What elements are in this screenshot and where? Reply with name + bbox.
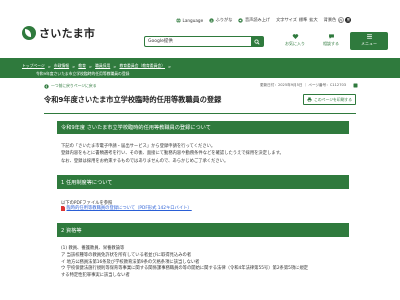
text-size-large-button[interactable]: 拡大 [309, 17, 317, 23]
breadcrumb-item-board[interactable]: 教育委員会（教育委員会） [119, 63, 165, 69]
search-button[interactable] [251, 37, 263, 46]
page-title: 令和9年度さいたま市立学校臨時的任用等教職員の登録 [44, 94, 222, 104]
consult-button[interactable]: 相談する [314, 32, 348, 50]
share-icon[interactable] [353, 83, 358, 88]
search-input[interactable]: Google提供 [145, 37, 251, 46]
breadcrumb-separator: > [113, 63, 117, 69]
city-emblem-icon [22, 26, 36, 40]
pdf-file-icon [61, 205, 65, 211]
breadcrumb-separator: > [168, 63, 172, 69]
language-button[interactable]: Language [176, 18, 203, 23]
menu-button[interactable]: メニュー [350, 32, 388, 50]
utility-bar: Language あ ふりがな 音声読み上げ 文字サイズ 標準 拡大 背景色 白… [176, 14, 400, 26]
breadcrumb-item-top[interactable]: トップページ [22, 63, 45, 69]
qualifications-list: (1) 教員、養護教員、栄養教諭等 ア 当該校種等の教員免許状を所有している者並… [61, 246, 308, 280]
paragraph-line: なお、登録は採用をお約束するものではありませんので、あらかじめご了承ください。 [61, 158, 229, 164]
search-box: Google提供 [144, 36, 264, 47]
read-aloud-button[interactable]: 音声読み上げ [238, 17, 270, 23]
site-logo[interactable]: さいたま市 [22, 25, 95, 41]
back-link-label: 一つ前に戻りページに戻る [51, 83, 97, 88]
list-item: (1) 教員、養護教員、栄養教諭等 [61, 246, 125, 251]
furigana-button[interactable]: あ ふりがな [209, 17, 232, 23]
text-size-standard-button[interactable]: 標準 [299, 17, 307, 23]
pdf-download-link[interactable]: 臨時的任用等教職員の登録について（PDF形式 142キロバイト） [61, 205, 192, 211]
furigana-icon: あ [209, 17, 214, 23]
bg-white-button[interactable]: 白 [337, 17, 344, 23]
title-row: 令和9年度さいたま市立学校臨時的任用等教職員の登録 このページを印刷する [44, 94, 356, 105]
registration-text: 下記の「さいたま市電子申請・届出サービス」から登録申請を行ってください。 登録内… [61, 143, 284, 165]
print-page-button[interactable]: このページを印刷する [303, 94, 356, 105]
search-icon [254, 38, 260, 45]
back-link[interactable]: 一つ前に戻りページに戻る [44, 83, 97, 89]
favorites-button[interactable]: お気に入り [278, 32, 312, 50]
heart-icon [292, 34, 298, 39]
breadcrumb-current: 令和9年度さいたま市立学校臨時的任用等教職員の登録 [0, 70, 400, 78]
title-divider [44, 113, 356, 114]
menu-label: メニュー [361, 41, 377, 46]
pdf-link-label: 臨時的任用等教職員の登録について（PDF形式 142キロバイト） [66, 206, 192, 211]
chat-icon [328, 34, 334, 39]
breadcrumb-item-recruitment[interactable]: 職員採用 [95, 63, 110, 69]
list-item: ア 当該校種等の教員免許状を所有している者並びに取得見込みの者 [61, 252, 192, 258]
arrow-left-icon [44, 83, 49, 89]
bg-black-button[interactable]: 黒 [345, 17, 352, 23]
print-icon [307, 97, 312, 102]
print-page-label: このページを印刷する [314, 96, 352, 102]
language-label: Language [182, 17, 204, 23]
list-item: する特定性犯罪事実に該当しない者 [61, 273, 130, 279]
section-heading-qualifications: 2 資格等 [57, 223, 349, 237]
paragraph-line: 下記の「さいたま市電子申請・届出サービス」から登録申請を行ってください。 [61, 144, 216, 149]
breadcrumb-item-city-info[interactable]: 市政情報 [54, 63, 69, 69]
section-heading-registration: 令和9年度 さいたま市立学校臨時的任用等教職員の登録について [57, 121, 349, 134]
text-size-label: 文字サイズ [276, 17, 297, 22]
furigana-label: ふりがな [215, 17, 233, 22]
bg-color-label: 背景色 [323, 17, 337, 22]
breadcrumb-separator: > [72, 63, 76, 69]
text-size-control: 文字サイズ 標準 拡大 [276, 17, 318, 23]
page-meta: 更新日付：2025年9月5日 ｜ ページ番号：C112703 [260, 83, 347, 87]
breadcrumb: トップページ > 市政情報 > 教育 > 職員採用 > 教育委員会（教育委員会）… [0, 62, 400, 70]
favorites-label: お気に入り [285, 41, 305, 46]
breadcrumb-separator: > [47, 63, 51, 69]
read-aloud-label: 音声読み上げ [244, 17, 271, 22]
consult-label: 相談する [323, 41, 339, 46]
bg-color-control: 背景色 白 黒 [324, 17, 352, 23]
section-heading-appointment: 1 任用制度等について [57, 175, 349, 189]
hamburger-icon [366, 34, 372, 39]
globe-icon [176, 17, 181, 23]
breadcrumb-item-education[interactable]: 教育 [78, 63, 86, 69]
logo-text: さいたま市 [39, 27, 96, 40]
breadcrumb-separator: > [88, 63, 93, 69]
paragraph-line: 登録内容をもとに書類選考を行い、その後、面接にて勤務内容や勤務条件などを確認した… [61, 151, 284, 157]
speaker-icon [238, 17, 244, 23]
